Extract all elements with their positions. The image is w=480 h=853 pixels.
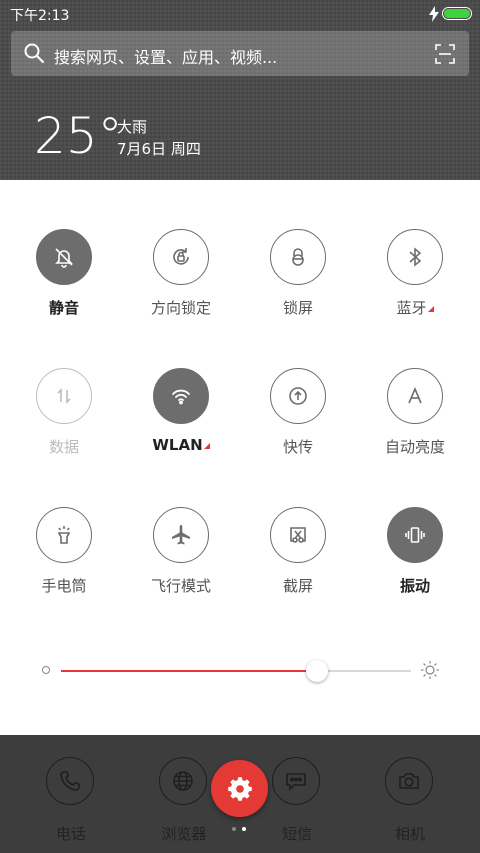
brightness-slider[interactable]: [40, 660, 440, 682]
dock-app-label: 电话: [55, 825, 86, 843]
dock-app-messages[interactable]: 短信: [257, 735, 337, 845]
toggle-circle[interactable]: [270, 507, 326, 563]
auto-brightness-icon: [408, 386, 422, 404]
status-time: 下午2:13: [10, 8, 70, 24]
airplane-icon: [172, 525, 190, 545]
upload-icon: [289, 387, 307, 405]
screenshot-icon: [290, 527, 306, 543]
dock-app-label: 浏览器: [161, 825, 207, 843]
toggle-lock-screen[interactable]: 锁屏: [241, 229, 358, 349]
brightness-track[interactable]: [61, 660, 411, 682]
bell-off-icon: [55, 248, 73, 268]
toggle-label: 方向锁定: [150, 299, 211, 317]
toggle-circle[interactable]: [153, 507, 209, 563]
brightness-thumb[interactable]: [305, 660, 328, 682]
toggle-label: 数据: [48, 438, 79, 456]
toggle-label: 飞行模式: [150, 577, 211, 595]
toggle-circle[interactable]: [153, 368, 209, 424]
charging-icon: [429, 6, 439, 22]
toggle-screenshot[interactable]: 截屏: [241, 507, 358, 627]
vibrate-icon: [405, 527, 425, 543]
brightness-high-icon: [421, 661, 439, 679]
message-icon: [286, 773, 306, 791]
toggle-circle[interactable]: [153, 229, 209, 285]
toggle-label: 静音: [48, 299, 79, 317]
dock-icon-circle[interactable]: [46, 757, 94, 805]
status-bar: 下午2:13: [0, 0, 480, 28]
toggle-mobile-data[interactable]: 数据: [7, 368, 124, 488]
toggle-circle[interactable]: [387, 368, 443, 424]
toggle-silent[interactable]: 静音: [7, 229, 124, 349]
brightness-fill: [61, 670, 317, 672]
more-indicator: [203, 443, 210, 449]
phone-icon: [60, 771, 80, 791]
battery-icon: [442, 7, 472, 20]
toggle-auto-brightness[interactable]: 自动亮度: [358, 368, 475, 488]
camera-icon: [399, 773, 419, 789]
dock-app-label: 相机: [394, 825, 425, 843]
toggle-circle[interactable]: [36, 368, 92, 424]
toggle-circle[interactable]: [36, 229, 92, 285]
toggle-label: 截屏: [282, 577, 313, 595]
toggle-label: 锁屏: [282, 299, 313, 317]
weather-condition: 大雨: [117, 118, 148, 136]
quick-settings-panel: 静音 方向锁定 锁屏 蓝牙 数据 WLAN 快传 自动亮度 手电筒 飞行模式 截…: [0, 180, 480, 735]
brightness-low-icon: [42, 666, 50, 674]
search-bar[interactable]: 搜索网页、设置、应用、视频...: [11, 31, 469, 76]
search-input[interactable]: 搜索网页、设置、应用、视频...: [54, 44, 277, 68]
dock-icon-circle[interactable]: [385, 757, 433, 805]
search-icon: [24, 43, 45, 64]
toggle-label: 手电筒: [41, 577, 87, 595]
notification-shade-header: 下午2:13 搜索网页、设置、应用、视频... 25° 大雨 7月6日 周四: [0, 0, 480, 180]
page-indicator-dot: [232, 827, 236, 831]
weather-temperature[interactable]: 25°: [34, 107, 123, 165]
weather-date: 7月6日 周四: [117, 140, 201, 158]
dock-icon-circle[interactable]: [272, 757, 320, 805]
toggle-airplane-mode[interactable]: 飞行模式: [124, 507, 241, 627]
toggle-rotation-lock[interactable]: 方向锁定: [124, 229, 241, 349]
dock-app-label: 短信: [281, 825, 312, 843]
rotation-lock-icon: [173, 248, 189, 265]
toggle-circle[interactable]: [387, 229, 443, 285]
toggle-label: 快传: [282, 438, 313, 456]
toggle-label: 自动亮度: [384, 438, 445, 456]
scan-icon[interactable]: [434, 43, 456, 65]
mobile-data-icon: [57, 388, 71, 404]
toggle-wlan[interactable]: WLAN: [124, 368, 241, 488]
dock-app-camera[interactable]: 相机: [370, 735, 450, 845]
toggle-quick-transfer[interactable]: 快传: [241, 368, 358, 488]
gear-icon: [227, 776, 252, 801]
more-indicator: [427, 306, 434, 312]
toggle-label-text: WLAN: [152, 436, 203, 454]
toggle-label: 蓝牙: [358, 297, 472, 318]
toggle-flashlight[interactable]: 手电筒: [7, 507, 124, 627]
toggle-vibrate[interactable]: 振动: [358, 507, 475, 627]
toggle-circle[interactable]: [270, 368, 326, 424]
toggle-circle[interactable]: [36, 507, 92, 563]
toggle-circle[interactable]: [270, 229, 326, 285]
dock-app-phone[interactable]: 电话: [31, 735, 111, 845]
toggle-label: WLAN: [124, 436, 238, 454]
flashlight-icon: [57, 526, 71, 544]
wifi-icon: [172, 389, 190, 405]
toggle-bluetooth[interactable]: 蓝牙: [358, 229, 475, 349]
dock-icon-circle[interactable]: [159, 757, 207, 805]
settings-button[interactable]: [211, 760, 268, 817]
globe-icon: [173, 771, 193, 791]
toggle-label-text: 蓝牙: [396, 299, 427, 317]
toggle-label: 振动: [399, 577, 430, 595]
lock-icon: [292, 248, 304, 266]
page-indicator-dot-active: [242, 827, 246, 831]
bluetooth-icon: [409, 247, 422, 267]
toggle-circle[interactable]: [387, 507, 443, 563]
